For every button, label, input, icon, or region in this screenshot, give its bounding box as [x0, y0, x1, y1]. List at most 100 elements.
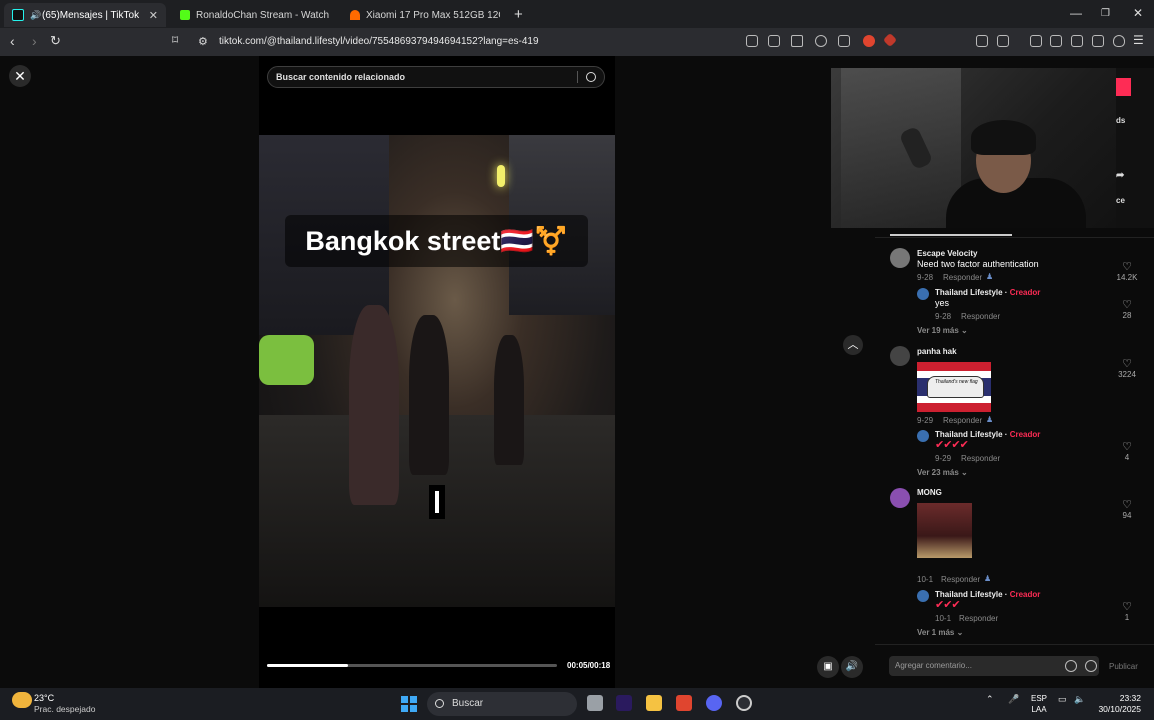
weather-icon[interactable]: [12, 692, 32, 708]
like-count: 3224: [1118, 370, 1136, 379]
creator-badge: Creador: [1009, 590, 1041, 599]
emoji-icon[interactable]: [1085, 660, 1097, 672]
language-indicator[interactable]: ESP LAA: [1031, 693, 1047, 715]
speaker-icon: 🔊: [30, 10, 42, 20]
reply-username[interactable]: Thailand Lifestyle · Creador: [935, 288, 1040, 297]
brave-browser-icon[interactable]: [676, 695, 692, 711]
reply-button[interactable]: Responder: [959, 614, 998, 623]
premiere-icon[interactable]: [616, 695, 632, 711]
video-progress-bar[interactable]: [267, 664, 557, 667]
tab-xiaomi[interactable]: Xiaomi 17 Pro Max 512GB 12GB Ram: [342, 3, 508, 27]
reply-checkmarks: ✔✔✔: [935, 599, 961, 611]
vpn-icon[interactable]: [1113, 35, 1125, 47]
reply-text: yes: [935, 298, 950, 308]
screenshot-icon[interactable]: [997, 35, 1009, 47]
brave-shields-icon[interactable]: [863, 35, 875, 47]
close-video-icon[interactable]: ✕: [9, 65, 31, 87]
tab-title: (65)Mensajes | TikTok: [42, 9, 140, 21]
network-icon[interactable]: ▭: [1058, 694, 1067, 705]
translate-icon[interactable]: [791, 35, 803, 47]
reply-button[interactable]: Responder: [941, 575, 980, 584]
share-icon[interactable]: [838, 35, 850, 47]
clock[interactable]: 23:32 30/10/2025: [1097, 693, 1141, 715]
browser-toolbar: ‹ › ↻ ⌑ ⚙ tiktok.com/@thailand.lifestyl/…: [0, 28, 1154, 56]
comment-username[interactable]: panha hak: [917, 347, 957, 356]
like-button[interactable]: ♡ 28: [1113, 300, 1141, 321]
zoom-icon[interactable]: [815, 35, 827, 47]
streamer-webcam: [831, 68, 1116, 228]
video-frame[interactable]: [259, 135, 615, 607]
file-explorer-icon[interactable]: [646, 695, 662, 711]
publish-button[interactable]: Publicar: [1109, 662, 1138, 671]
windows-start-icon[interactable]: [401, 696, 417, 712]
tab-tiktok[interactable]: 🔊 (65)Mensajes | TikTok ✕: [4, 3, 166, 27]
reply-button[interactable]: Responder: [961, 312, 1000, 321]
reply-button[interactable]: Responder: [943, 416, 982, 425]
comment-sticker-image[interactable]: Thailand's new flag: [917, 362, 991, 412]
like-button[interactable]: ♡ 1: [1113, 602, 1141, 623]
close-window-icon[interactable]: ✕: [1133, 6, 1143, 20]
like-button[interactable]: ♡ 14.2K: [1113, 262, 1141, 283]
like-button[interactable]: ♡ 94: [1113, 500, 1141, 521]
restore-icon[interactable]: ❐: [1101, 8, 1110, 19]
creator-badge: Creador: [1009, 430, 1041, 439]
view-more-replies[interactable]: Ver 19 más ⌄: [917, 326, 968, 335]
reload-icon[interactable]: ↻: [50, 33, 61, 49]
comment-input[interactable]: Agregar comentario...: [889, 656, 1099, 676]
reply-button[interactable]: Responder: [943, 273, 982, 282]
taskbar-search[interactable]: Buscar: [427, 692, 577, 716]
wallet-icon[interactable]: [1071, 35, 1083, 47]
comment-image[interactable]: [917, 503, 972, 558]
microphone-icon[interactable]: 🎤: [1008, 694, 1019, 705]
pip-icon[interactable]: ▣: [817, 656, 839, 678]
forward-icon[interactable]: ›: [32, 33, 37, 49]
site-info-icon[interactable]: ⚙: [198, 35, 208, 48]
side-panel-strip: ds ➦ ce: [1116, 68, 1154, 228]
chevron-up-icon[interactable]: ︿: [843, 335, 863, 355]
tab-kick[interactable]: RonaldoChan Stream - Watch Live on: [172, 3, 340, 27]
weather-condition[interactable]: Prac. despejado: [34, 704, 95, 714]
avatar[interactable]: [890, 488, 910, 508]
menu-icon[interactable]: ☰: [1133, 33, 1144, 47]
search-placeholder: Buscar contenido relacionado: [276, 72, 406, 82]
like-count: 28: [1122, 311, 1132, 320]
avatar[interactable]: [890, 346, 910, 366]
bookmark-icon[interactable]: ⌑: [172, 33, 178, 47]
extensions-icon[interactable]: [976, 35, 988, 47]
close-tab-icon[interactable]: ✕: [149, 9, 158, 22]
back-icon[interactable]: ‹: [10, 33, 15, 49]
like-count: 4: [1124, 453, 1130, 462]
minimize-icon[interactable]: —: [1070, 6, 1082, 20]
avatar[interactable]: [890, 248, 910, 268]
chevron-up-icon[interactable]: ⌃: [986, 694, 994, 705]
tiktok-icon: [12, 9, 24, 21]
related-search-input[interactable]: Buscar contenido relacionado: [267, 66, 605, 88]
avatar[interactable]: [917, 430, 929, 442]
temperature[interactable]: 23°C: [34, 693, 54, 703]
music-icon[interactable]: [1030, 35, 1042, 47]
task-view-icon[interactable]: [587, 695, 603, 711]
like-button[interactable]: ♡ 4: [1113, 442, 1141, 463]
comment-username[interactable]: Escape Velocity: [917, 249, 977, 258]
share-arrow-icon[interactable]: ➦: [1116, 170, 1124, 181]
reply-button[interactable]: Responder: [961, 454, 1000, 463]
new-tab-icon[interactable]: +: [514, 6, 523, 23]
follow-badge[interactable]: [1116, 78, 1131, 96]
leo-ai-icon[interactable]: [1092, 35, 1104, 47]
sidebar-icon[interactable]: [1050, 35, 1062, 47]
like-button[interactable]: ♡ 3224: [1113, 359, 1141, 380]
view-more-replies[interactable]: Ver 23 más ⌄: [917, 468, 968, 477]
comment-username[interactable]: MONG: [917, 488, 942, 497]
avatar[interactable]: [917, 288, 929, 300]
address-bar[interactable]: tiktok.com/@thailand.lifestyl/video/7554…: [219, 33, 939, 51]
volume-icon[interactable]: 🔊: [841, 656, 863, 678]
no-tracking-icon[interactable]: [746, 35, 758, 47]
mention-icon[interactable]: [1065, 660, 1077, 672]
volume-icon[interactable]: 🔈: [1074, 694, 1085, 705]
search-icon[interactable]: [586, 72, 596, 82]
view-more-replies[interactable]: Ver 1 más ⌄: [917, 628, 963, 637]
avatar[interactable]: [917, 590, 929, 602]
discord-icon[interactable]: [706, 695, 722, 711]
cast-icon[interactable]: [768, 35, 780, 47]
obs-icon[interactable]: [736, 695, 752, 711]
